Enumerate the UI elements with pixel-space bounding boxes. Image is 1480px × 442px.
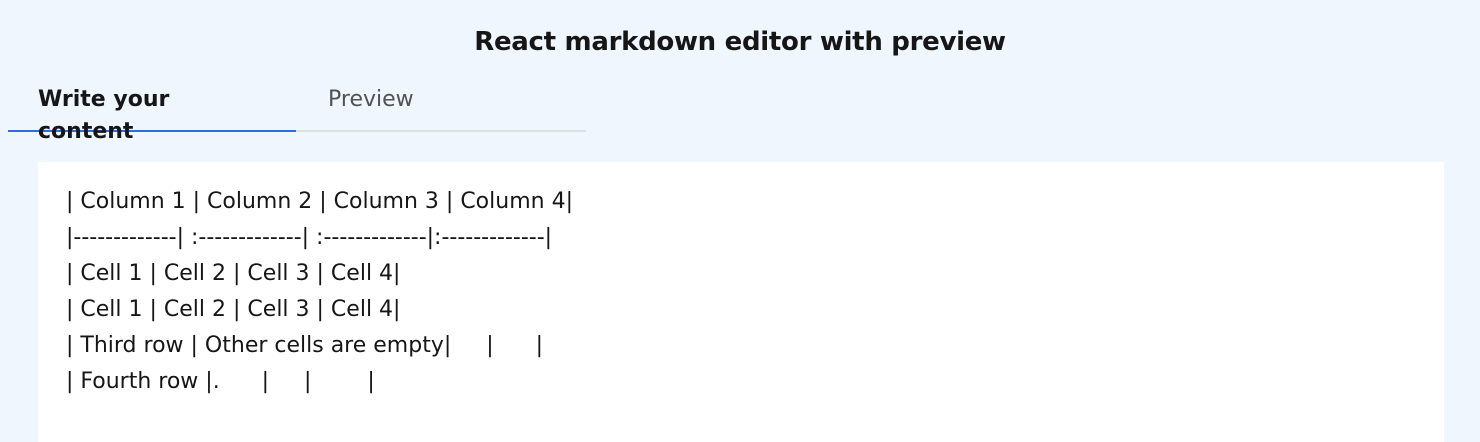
- tab-preview[interactable]: Preview: [296, 76, 444, 132]
- page-title: React markdown editor with preview: [474, 27, 1006, 57]
- markdown-editor[interactable]: | Column 1 | Column 2 | Column 3 | Colum…: [38, 162, 1444, 442]
- editor-content[interactable]: | Column 1 | Column 2 | Column 3 | Colum…: [66, 184, 1444, 400]
- editor-tabs: Write your content Preview: [8, 76, 586, 144]
- tab-write[interactable]: Write your content: [8, 76, 296, 144]
